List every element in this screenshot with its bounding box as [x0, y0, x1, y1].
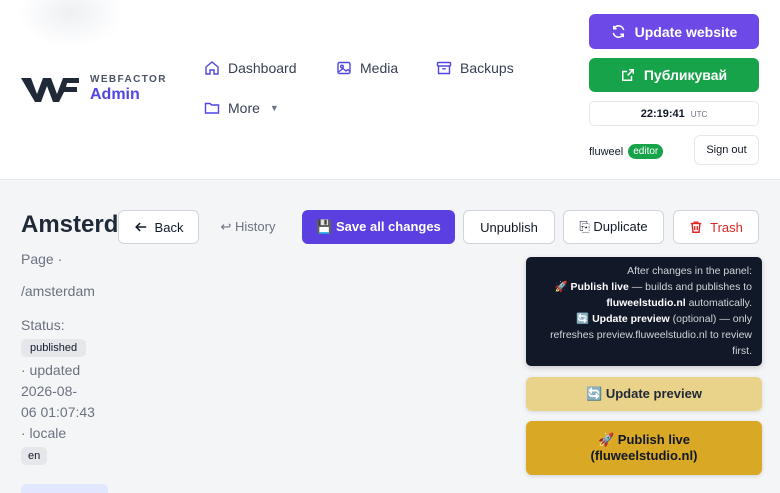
external-link-icon — [621, 69, 634, 81]
updated-time: 06 01:07:43 — [21, 404, 95, 420]
webfactor-logo[interactable] — [21, 74, 79, 104]
brand-bottom-text: Admin — [90, 86, 140, 103]
clock-time: 22:19:41 — [640, 107, 685, 120]
home-icon — [205, 61, 219, 75]
locale-badge: en — [21, 447, 48, 465]
brand-top-text: WEBFACTOR — [90, 74, 167, 85]
nav-more-label: More — [228, 100, 260, 116]
image-icon — [337, 61, 351, 75]
help-live-text: — builds and publishes to — [631, 281, 752, 293]
trash-label: Trash — [710, 219, 743, 235]
refresh-icon — [612, 25, 625, 38]
server-clock: 22:19:41 UTC — [589, 101, 759, 126]
meta-tab-edge[interactable] — [21, 484, 108, 493]
help-live-label: Publish live — [570, 281, 629, 293]
trash-button[interactable]: Trash — [673, 210, 759, 244]
help-intro: After changes in the panel: — [627, 265, 752, 277]
clock-timezone: UTC — [690, 110, 708, 119]
page-meta: Page · /amsterdam Status: published · up… — [21, 251, 113, 468]
brand-name: WEBFACTOR Admin — [90, 74, 167, 104]
arrow-left-icon — [134, 222, 146, 232]
update-website-button[interactable]: Update website — [589, 14, 759, 49]
nav-media[interactable]: Media — [336, 60, 398, 76]
rocket-icon: 🚀 — [554, 281, 568, 293]
updated-date: 2026-08- — [21, 383, 78, 399]
top-header: WEBFACTOR Admin Dashboard Media Backups … — [0, 0, 780, 180]
nav-media-label: Media — [360, 60, 399, 76]
unpublish-button[interactable]: Unpublish — [463, 210, 555, 244]
update-preview-button[interactable]: 🔄 Update preview — [526, 377, 762, 411]
page-slug: /amsterdam — [21, 283, 95, 299]
history-button[interactable]: ↩ History — [212, 210, 284, 244]
sign-out-button[interactable]: Sign out — [694, 135, 759, 165]
page-type: Page · — [21, 251, 63, 267]
publish-help-tooltip: After changes in the panel: 🚀 Publish li… — [526, 257, 762, 366]
help-live-domain-line: fluweelstudio.nl automatically. — [536, 295, 752, 311]
update-website-label: Update website — [634, 23, 738, 40]
nav-dashboard[interactable]: Dashboard — [204, 60, 297, 76]
user-name: fluweel — [589, 145, 624, 158]
updated-label: · updated — [21, 362, 81, 378]
page-title: Amsterd — [21, 211, 119, 238]
archive-icon — [436, 61, 452, 75]
help-live-line: 🚀 Publish live — builds and publishes to — [536, 279, 752, 295]
nav-backups[interactable]: Backups — [436, 60, 514, 76]
publish-button[interactable]: Публикувай — [589, 58, 759, 92]
status-label: Status: — [21, 317, 65, 333]
refresh-emoji-icon: 🔄 — [576, 313, 590, 325]
save-all-button[interactable]: 💾 Save all changes — [302, 210, 455, 244]
help-live-domain: fluweelstudio.nl — [606, 297, 686, 309]
nav-backups-label: Backups — [460, 60, 514, 76]
current-user: fluweel editor — [589, 144, 664, 159]
locale-label: · locale — [21, 425, 67, 441]
publish-label: Публикувай — [643, 67, 728, 83]
trash-icon — [690, 221, 702, 233]
back-label: Back — [154, 219, 184, 235]
publish-live-button[interactable]: 🚀 Publish live (fluweelstudio.nl) — [526, 421, 762, 475]
caret-down-icon: ▼ — [269, 103, 279, 113]
help-live-tail: automatically. — [688, 297, 752, 309]
decorative-blob — [18, 0, 124, 48]
folder-icon — [204, 102, 220, 114]
help-preview-line: 🔄 Update preview (optional) — only refre… — [536, 311, 752, 359]
status-badge: published — [21, 339, 87, 357]
nav-more[interactable]: More ▼ — [204, 100, 279, 116]
help-preview-label: Update preview — [592, 313, 670, 325]
duplicate-button[interactable]: ⎘ Duplicate — [563, 210, 664, 244]
back-button[interactable]: Back — [118, 210, 199, 244]
role-badge: editor — [628, 144, 664, 159]
nav-dashboard-label: Dashboard — [228, 60, 297, 76]
